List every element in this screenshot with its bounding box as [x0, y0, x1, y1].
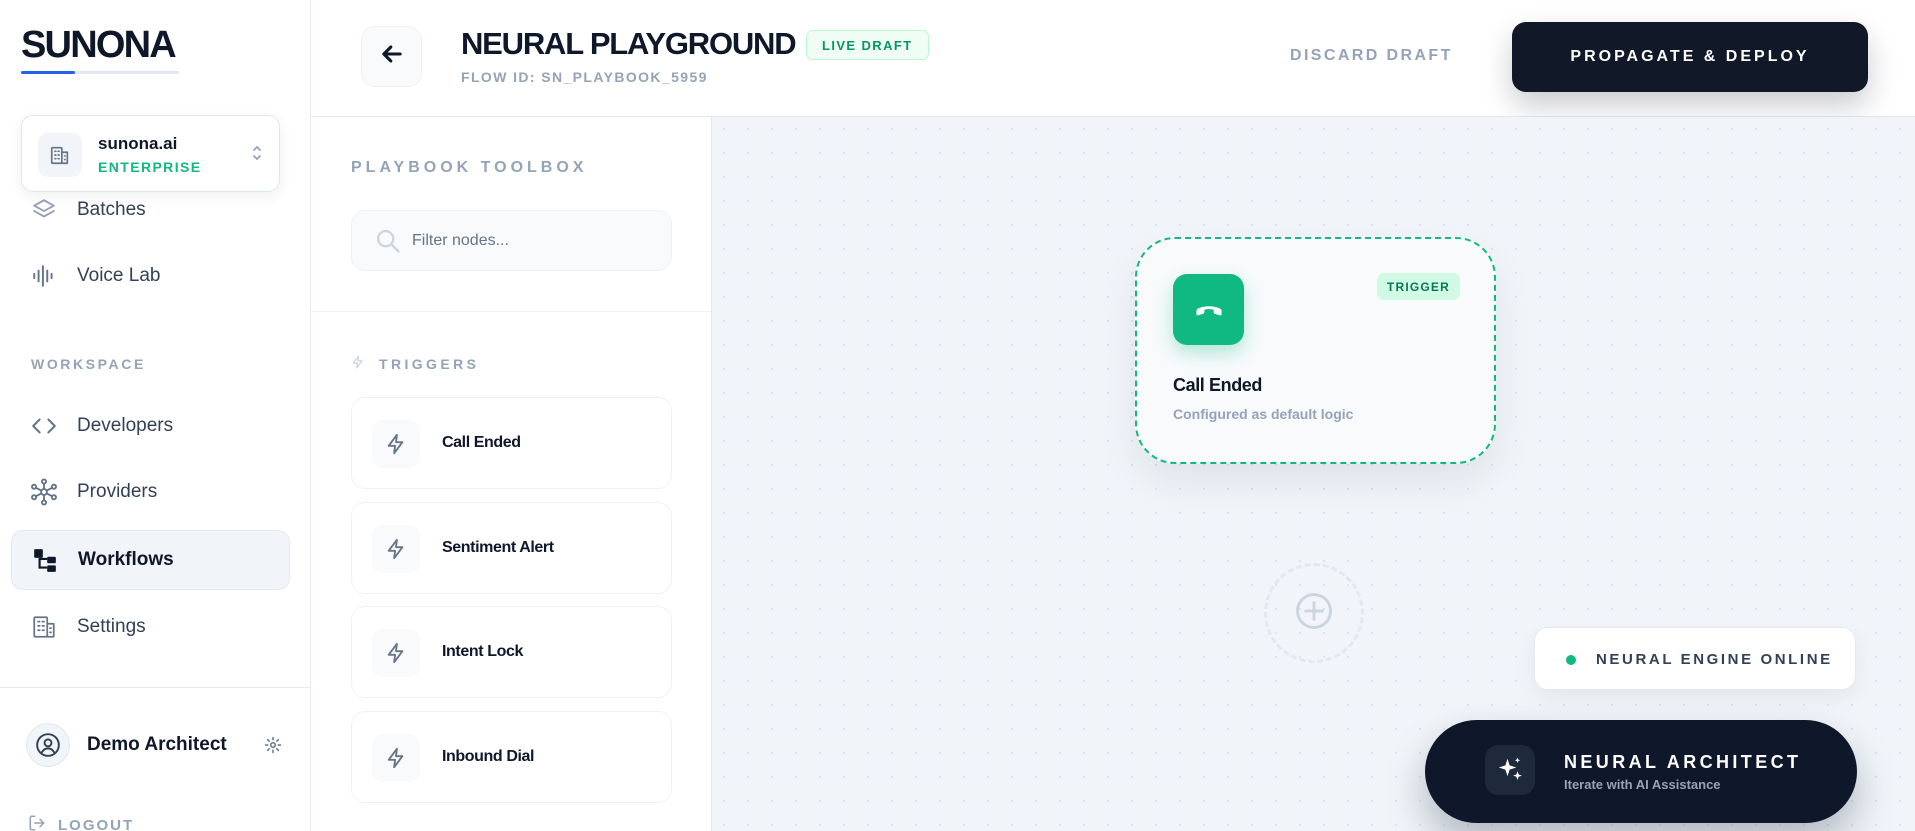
- filter-field[interactable]: [351, 210, 672, 271]
- sidebar-item-providers[interactable]: Providers: [11, 462, 290, 522]
- user-profile[interactable]: Demo Architect: [26, 723, 282, 767]
- layers-icon: [30, 196, 58, 224]
- sidebar: SUNONA sunona.ai ENTERPRISE Batches Voic…: [0, 0, 311, 831]
- toolbox-node-sentiment-alert[interactable]: Sentiment Alert: [351, 502, 672, 594]
- sidebar-item-label: Providers: [77, 481, 158, 502]
- toolbox-node-call-ended[interactable]: Call Ended: [351, 397, 672, 489]
- org-switcher[interactable]: sunona.ai ENTERPRISE: [21, 115, 280, 192]
- triggers-label-text: TRIGGERS: [379, 355, 480, 372]
- architect-title: NEURAL ARCHITECT: [1564, 752, 1802, 772]
- bolt-icon: [351, 354, 365, 373]
- neural-architect-button[interactable]: NEURAL ARCHITECT Iterate with AI Assista…: [1425, 720, 1857, 823]
- search-icon: [374, 227, 402, 260]
- org-name: sunona.ai: [98, 134, 178, 153]
- sidebar-item-settings[interactable]: Settings: [11, 597, 290, 657]
- back-button[interactable]: [361, 26, 422, 87]
- flow-id: FLOW ID: SN_PLAYBOOK_5959: [461, 69, 708, 85]
- bolt-icon: [372, 420, 420, 468]
- node-label: Sentiment Alert: [442, 539, 554, 556]
- sparkles-icon: [1485, 745, 1535, 795]
- sidebar-item-label: Workflows: [78, 549, 174, 570]
- workspace-section-label: WORKSPACE: [31, 356, 146, 372]
- bolt-icon: [372, 629, 420, 677]
- status-dot: [1566, 655, 1576, 665]
- triggers-section-label: TRIGGERS: [351, 354, 479, 373]
- sidebar-divider: [0, 687, 310, 688]
- logout-icon: [28, 814, 46, 831]
- logout-button[interactable]: LOGOUT: [28, 814, 134, 831]
- logout-label: LOGOUT: [58, 816, 135, 831]
- trigger-node-subtitle: Configured as default logic: [1173, 406, 1354, 422]
- sidebar-item-label: Settings: [77, 616, 146, 637]
- user-name: Demo Architect: [87, 734, 227, 755]
- code-icon: [30, 412, 58, 440]
- filter-nodes-input[interactable]: [412, 211, 662, 270]
- sidebar-item-developers[interactable]: Developers: [11, 396, 290, 456]
- playbook-toolbox: PLAYBOOK TOOLBOX TRIGGERS Call Ended Sen…: [311, 117, 712, 831]
- engine-status-indicator: NEURAL ENGINE ONLINE: [1534, 627, 1856, 690]
- workflow-icon: [31, 546, 59, 574]
- discard-draft-button[interactable]: DISCARD DRAFT: [1290, 47, 1453, 65]
- building-icon: [30, 613, 58, 641]
- page-title: NEURAL PLAYGROUND: [461, 26, 797, 61]
- chevron-updown-icon: [251, 143, 263, 168]
- sidebar-item-workflows[interactable]: Workflows: [11, 530, 290, 590]
- flow-canvas[interactable]: TRIGGER Call Ended Configured as default…: [712, 117, 1915, 831]
- node-label: Call Ended: [442, 434, 521, 451]
- phone-hangup-icon: [1173, 274, 1244, 345]
- network-icon: [30, 478, 58, 506]
- sidebar-item-label: Developers: [77, 415, 174, 436]
- sidebar-item-label: Batches: [77, 199, 146, 220]
- gear-icon[interactable]: [264, 736, 282, 759]
- node-label: Intent Lock: [442, 643, 523, 660]
- avatar: [26, 723, 70, 767]
- logo-underline: [21, 71, 179, 74]
- trigger-node-title: Call Ended: [1173, 375, 1263, 395]
- logo: SUNONA: [21, 24, 177, 66]
- sidebar-item-label: Voice Lab: [77, 265, 161, 286]
- toolbox-title: PLAYBOOK TOOLBOX: [351, 159, 588, 176]
- bolt-icon: [372, 525, 420, 573]
- sidebar-item-voice-lab[interactable]: Voice Lab: [11, 246, 290, 306]
- top-header: NEURAL PLAYGROUND LIVE DRAFT FLOW ID: SN…: [311, 0, 1915, 117]
- architect-subtitle: Iterate with AI Assistance: [1564, 777, 1721, 792]
- trigger-node-call-ended[interactable]: TRIGGER Call Ended Configured as default…: [1135, 237, 1496, 464]
- engine-status-label: NEURAL ENGINE ONLINE: [1596, 651, 1833, 668]
- waveform-icon: [30, 262, 58, 290]
- toolbox-node-inbound-dial[interactable]: Inbound Dial: [351, 711, 672, 803]
- status-badge: LIVE DRAFT: [806, 30, 929, 60]
- trigger-badge: TRIGGER: [1376, 273, 1460, 300]
- bolt-icon: [372, 734, 420, 782]
- arrow-left-icon: [378, 40, 406, 73]
- toolbox-node-intent-lock[interactable]: Intent Lock: [351, 606, 672, 698]
- add-node-button[interactable]: [1264, 563, 1364, 663]
- org-plan: ENTERPRISE: [98, 159, 202, 175]
- node-label: Inbound Dial: [442, 748, 535, 765]
- plus-circle-icon: [1292, 589, 1336, 638]
- toolbox-divider: [311, 311, 711, 312]
- building-icon: [38, 133, 82, 177]
- deploy-button[interactable]: PROPAGATE & DEPLOY: [1512, 22, 1868, 92]
